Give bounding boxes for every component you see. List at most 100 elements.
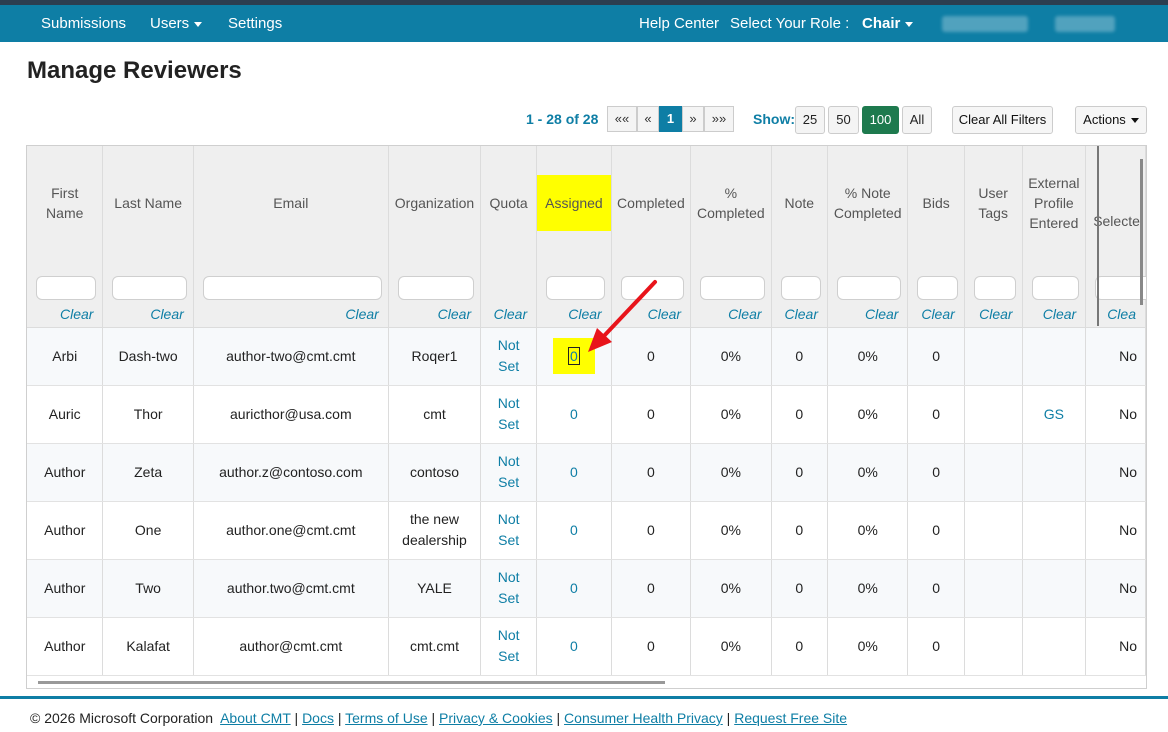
col-header-note[interactable]: Note xyxy=(771,146,829,259)
filter-organization-clear[interactable]: Clear xyxy=(438,306,471,322)
blurred-conference-menu[interactable] xyxy=(942,16,1028,32)
role-dropdown[interactable]: Chair xyxy=(862,15,914,32)
filter-pct-note-completed-clear[interactable]: Clear xyxy=(865,306,898,322)
filter-external-profile-input[interactable] xyxy=(1031,276,1080,300)
footer-link-health-privacy[interactable]: Consumer Health Privacy xyxy=(564,710,723,726)
footer-link-request-site[interactable]: Request Free Site xyxy=(734,710,847,726)
filter-external-profile: Clear xyxy=(1022,259,1087,328)
filter-pct-note-completed-input[interactable] xyxy=(837,276,902,300)
col-header-last-name[interactable]: Last Name xyxy=(102,146,194,259)
assigned-link[interactable]: 0 xyxy=(570,638,578,654)
col-header-bids[interactable]: Bids xyxy=(907,146,965,259)
filter-bids-input[interactable] xyxy=(917,276,958,300)
assigned-link[interactable]: 0 xyxy=(570,522,578,538)
assigned-link[interactable]: 0 xyxy=(570,580,578,596)
filter-first-name-input[interactable] xyxy=(36,276,97,300)
cell-quota: Not Set xyxy=(480,443,538,502)
show-25-button[interactable]: 25 xyxy=(795,106,825,134)
show-all-button[interactable]: All xyxy=(902,106,932,134)
cell-note: 0 xyxy=(771,443,829,502)
nav-users[interactable]: Users xyxy=(150,15,203,32)
filter-pct-completed-clear[interactable]: Clear xyxy=(728,306,761,322)
cell-pct-completed: 0% xyxy=(690,501,772,560)
col-header-selected[interactable]: Selecte xyxy=(1085,146,1146,259)
filter-completed-input[interactable] xyxy=(620,276,685,300)
assigned-link[interactable]: 0 xyxy=(570,464,578,480)
cell-organization: contoso xyxy=(388,443,482,502)
col-header-assigned[interactable]: Assigned xyxy=(536,146,612,259)
filter-selected-clear[interactable]: Clea xyxy=(1107,306,1136,322)
cell-assigned: 0 xyxy=(536,617,612,676)
quota-link[interactable]: Not Set xyxy=(495,567,523,609)
role-value: Chair xyxy=(862,15,901,32)
filter-assigned-input[interactable] xyxy=(546,276,605,300)
filter-user-tags-clear[interactable]: Clear xyxy=(979,306,1012,322)
footer: © 2026 Microsoft Corporation About CMT |… xyxy=(0,696,1168,732)
cell-assigned: 0 xyxy=(536,327,612,386)
col-header-pct-completed[interactable]: % Completed xyxy=(690,146,772,259)
filter-bids-clear[interactable]: Clear xyxy=(921,306,954,322)
cell-pct-note-completed: 0% xyxy=(827,559,909,618)
nav-help-center[interactable]: Help Center xyxy=(639,15,719,32)
pager-last-button[interactable]: »» xyxy=(704,106,734,132)
nav-submissions[interactable]: Submissions xyxy=(41,15,126,32)
nav-settings[interactable]: Settings xyxy=(228,15,282,32)
cell-assigned: 0 xyxy=(536,501,612,560)
cell-external-profile xyxy=(1022,617,1087,676)
filter-pct-completed-input[interactable] xyxy=(700,276,765,300)
quota-link[interactable]: Not Set xyxy=(495,625,523,667)
filter-email-input[interactable] xyxy=(202,276,382,300)
horizontal-scrollbar[interactable] xyxy=(38,681,665,684)
pager-first-button[interactable]: «« xyxy=(607,106,637,132)
col-header-email[interactable]: Email xyxy=(193,146,389,259)
col-header-external-profile[interactable]: External Profile Entered xyxy=(1022,146,1087,259)
filter-note-clear[interactable]: Clear xyxy=(785,306,818,322)
filter-last-name-input[interactable] xyxy=(112,276,187,300)
table-row: Author One author.one@cmt.cmt the new de… xyxy=(27,501,1146,560)
col-header-user-tags[interactable]: User Tags xyxy=(964,146,1023,259)
filter-completed-clear[interactable]: Clear xyxy=(648,306,681,322)
col-header-first-name[interactable]: First Name xyxy=(27,146,104,259)
filter-last-name-clear[interactable]: Clear xyxy=(150,306,183,322)
clear-all-filters-button[interactable]: Clear All Filters xyxy=(952,106,1053,134)
vertical-scrollbar[interactable] xyxy=(1140,159,1143,305)
quota-link[interactable]: Not Set xyxy=(495,393,523,435)
filter-note-input[interactable] xyxy=(780,276,822,300)
pager-prev-button[interactable]: « xyxy=(637,106,659,132)
footer-link-docs[interactable]: Docs xyxy=(302,710,334,726)
quota-link[interactable]: Not Set xyxy=(495,451,523,493)
filter-first-name-clear[interactable]: Clear xyxy=(60,306,93,322)
show-100-button[interactable]: 100 xyxy=(862,106,899,134)
filter-assigned-clear[interactable]: Clear xyxy=(568,306,601,322)
cell-completed: 0 xyxy=(611,385,692,444)
blurred-user-menu[interactable] xyxy=(1055,16,1115,32)
col-header-first-name-label: First Name xyxy=(46,184,84,221)
filter-email-clear[interactable]: Clear xyxy=(345,306,378,322)
footer-link-privacy[interactable]: Privacy & Cookies xyxy=(439,710,553,726)
footer-link-terms[interactable]: Terms of Use xyxy=(345,710,427,726)
show-50-button[interactable]: 50 xyxy=(828,106,859,134)
col-header-quota[interactable]: Quota xyxy=(480,146,538,259)
filter-user-tags-input[interactable] xyxy=(973,276,1016,300)
pager-next-button[interactable]: » xyxy=(682,106,704,132)
col-header-completed[interactable]: Completed xyxy=(611,146,692,259)
external-profile-link[interactable]: GS xyxy=(1044,406,1064,422)
cell-email: author-two@cmt.cmt xyxy=(193,327,389,386)
actions-dropdown[interactable]: Actions xyxy=(1075,106,1147,134)
assigned-link[interactable]: 0 xyxy=(570,406,578,422)
quota-link[interactable]: Not Set xyxy=(495,509,523,551)
quota-link[interactable]: Not Set xyxy=(495,335,523,377)
col-header-organization[interactable]: Organization xyxy=(388,146,482,259)
col-header-pct-completed-label: % Completed xyxy=(696,184,765,221)
assigned-link[interactable]: 0 xyxy=(568,347,580,365)
filter-quota-clear[interactable]: Clear xyxy=(494,306,527,322)
filter-external-profile-clear[interactable]: Clear xyxy=(1043,306,1076,322)
pager-page-button[interactable]: 1 xyxy=(659,106,682,132)
col-header-assigned-label: Assigned xyxy=(537,174,611,231)
cell-quota: Not Set xyxy=(480,559,538,618)
cell-external-profile xyxy=(1022,443,1087,502)
footer-link-about[interactable]: About CMT xyxy=(220,710,291,726)
col-header-pct-note-completed[interactable]: % Note Completed xyxy=(827,146,909,259)
filter-organization-input[interactable] xyxy=(397,276,475,300)
cell-quota: Not Set xyxy=(480,327,538,386)
